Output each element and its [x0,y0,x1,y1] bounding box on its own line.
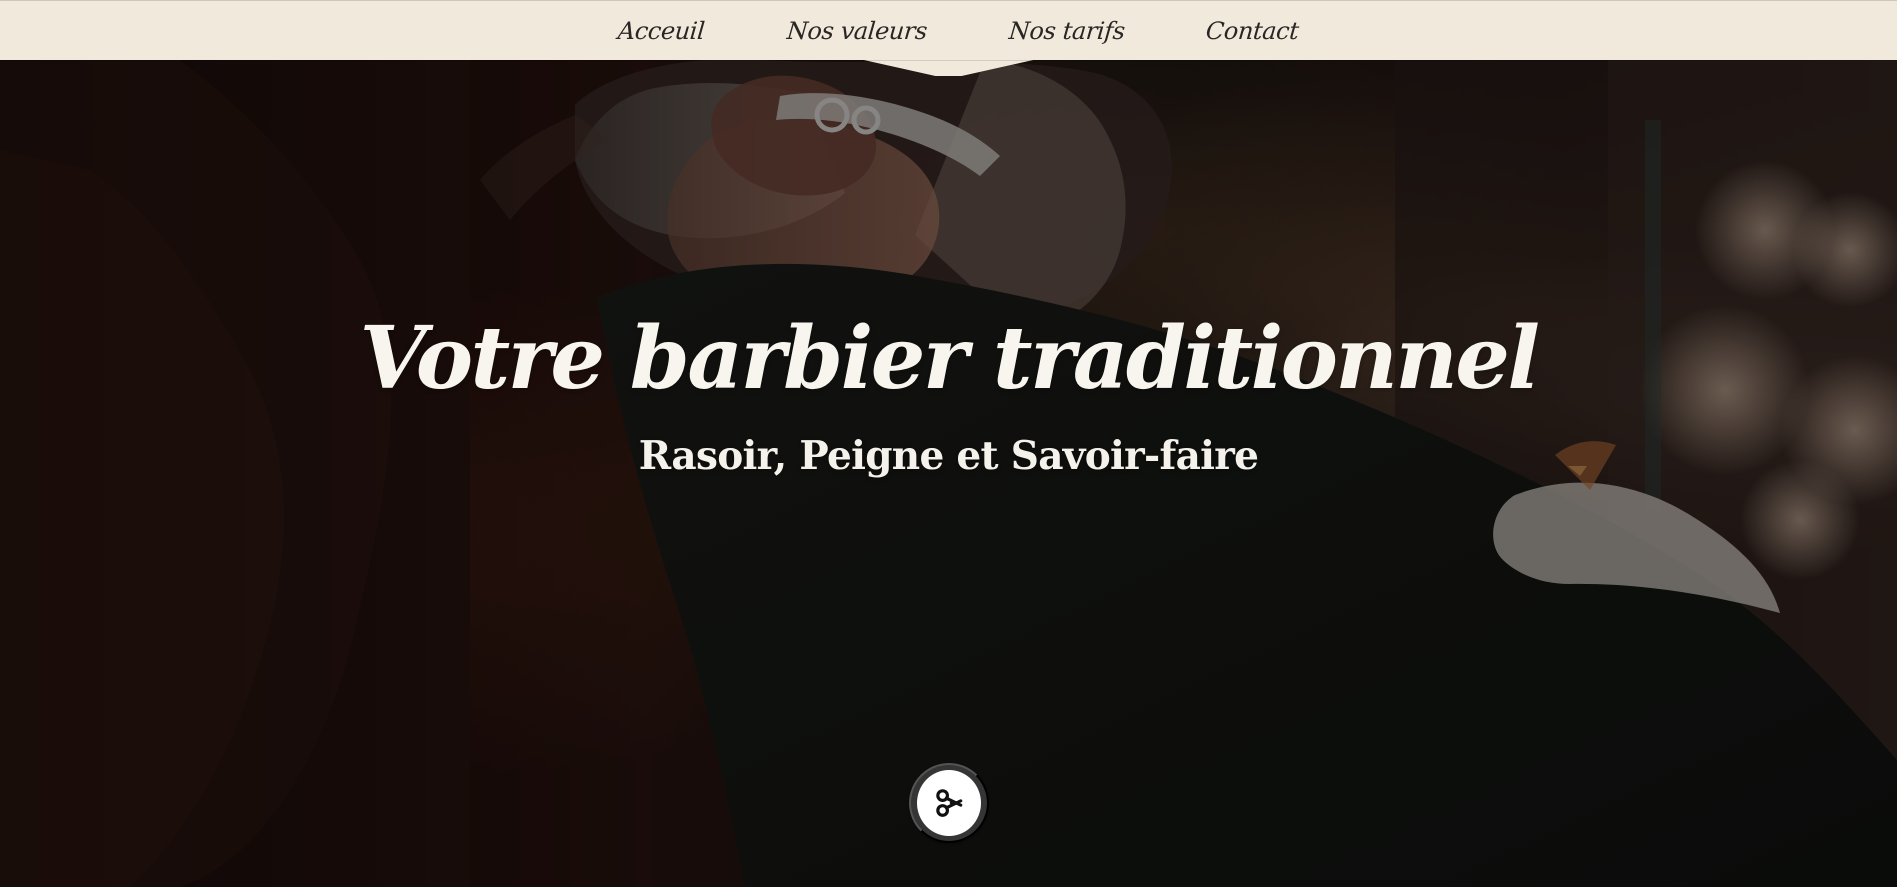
top-navigation-bar: Acceuil Nos valeurs Nos tarifs Contact [0,0,1897,60]
page: Acceuil Nos valeurs Nos tarifs Contact V… [0,0,1897,887]
navigation-notch [855,58,1042,76]
nav-link-nos-valeurs[interactable]: Nos valeurs [785,17,927,45]
hero-title: Votre barbier traditionnel [359,307,1541,409]
nav-link-nos-tarifs[interactable]: Nos tarifs [1007,17,1125,45]
scissors-icon [936,789,963,817]
nav-link-acceuil[interactable]: Acceuil [617,17,706,45]
scroll-down-button[interactable] [909,763,989,843]
hero-subtitle: Rasoir, Peigne et Savoir-faire [638,433,1259,480]
nav-link-contact[interactable]: Contact [1205,17,1300,45]
scroll-button-inner [917,770,981,836]
main-navigation: Acceuil Nos valeurs Nos tarifs Contact [0,1,1897,60]
